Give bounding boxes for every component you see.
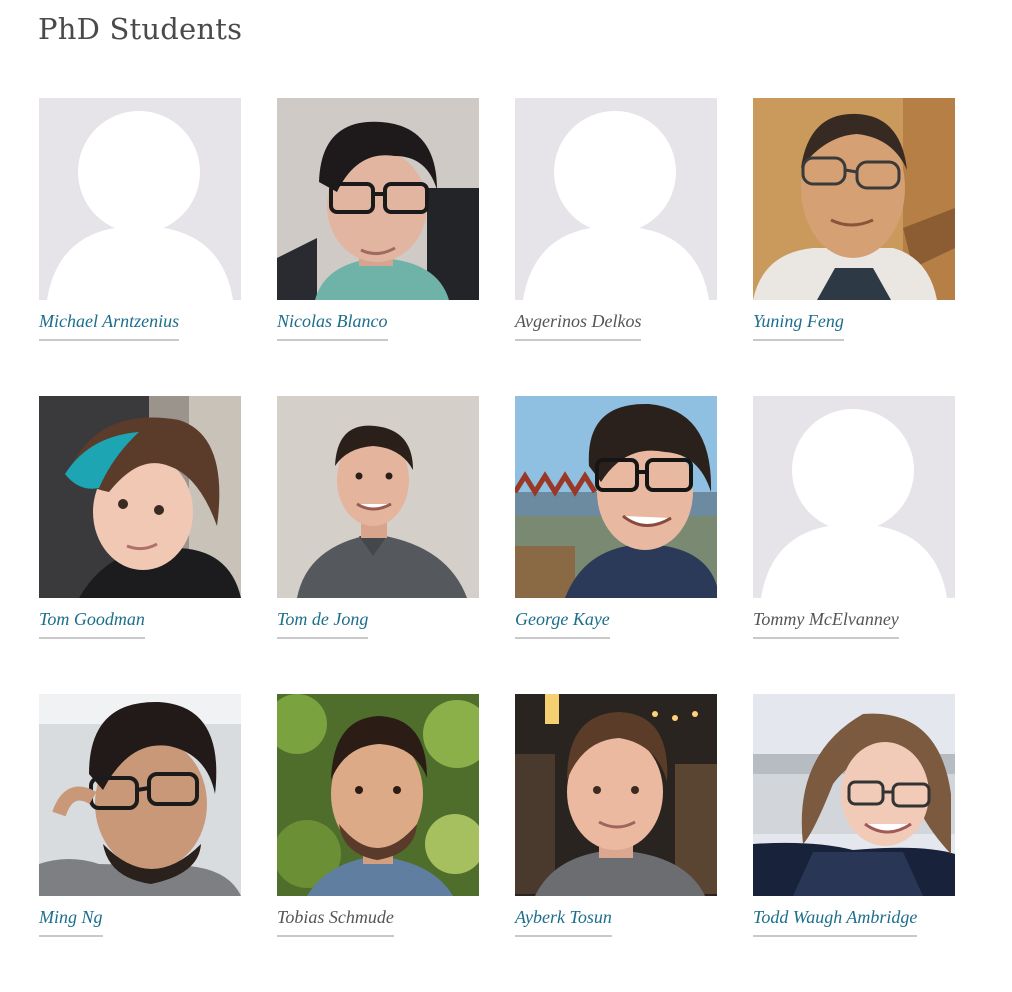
student-card: Tommy McElvanney (753, 396, 955, 694)
student-photo (277, 694, 479, 896)
page-title: PhD Students (38, 12, 243, 46)
student-name-link[interactable]: Nicolas Blanco (277, 309, 388, 341)
student-name-link[interactable]: Todd Waugh Ambridge (753, 905, 918, 937)
student-card: Todd Waugh Ambridge (753, 694, 955, 992)
student-name: Tommy McElvanney (753, 607, 899, 639)
student-name-link[interactable]: Michael Arntzenius (39, 309, 180, 341)
student-card: Tom de Jong (277, 396, 479, 694)
student-photo (753, 694, 955, 896)
student-card: Michael Arntzenius (39, 98, 241, 396)
student-card: Ming Ng (39, 694, 241, 992)
student-card: George Kaye (515, 396, 717, 694)
student-card: Tom Goodman (39, 396, 241, 694)
student-name-link[interactable]: Tom de Jong (277, 607, 369, 639)
student-name: Tobias Schmude (277, 905, 394, 937)
student-photo (277, 98, 479, 300)
student-photo (515, 694, 717, 896)
student-card: Tobias Schmude (277, 694, 479, 992)
student-name-link[interactable]: Ayberk Tosun (515, 905, 612, 937)
students-grid: Michael Arntzenius Nicolas Blanco Avgeri… (39, 98, 955, 992)
placeholder-avatar-icon (753, 396, 955, 598)
placeholder-avatar-icon (39, 98, 241, 300)
placeholder-avatar-icon (515, 98, 717, 300)
student-name-link[interactable]: Ming Ng (39, 905, 103, 937)
student-photo (753, 98, 955, 300)
student-photo (39, 694, 241, 896)
student-photo (39, 396, 241, 598)
student-card: Ayberk Tosun (515, 694, 717, 992)
student-card: Avgerinos Delkos (515, 98, 717, 396)
student-card: Nicolas Blanco (277, 98, 479, 396)
student-photo (515, 396, 717, 598)
student-photo (277, 396, 479, 598)
student-name-link[interactable]: George Kaye (515, 607, 610, 639)
student-name: Avgerinos Delkos (515, 309, 642, 341)
student-name-link[interactable]: Tom Goodman (39, 607, 145, 639)
student-name-link[interactable]: Yuning Feng (753, 309, 844, 341)
student-card: Yuning Feng (753, 98, 955, 396)
